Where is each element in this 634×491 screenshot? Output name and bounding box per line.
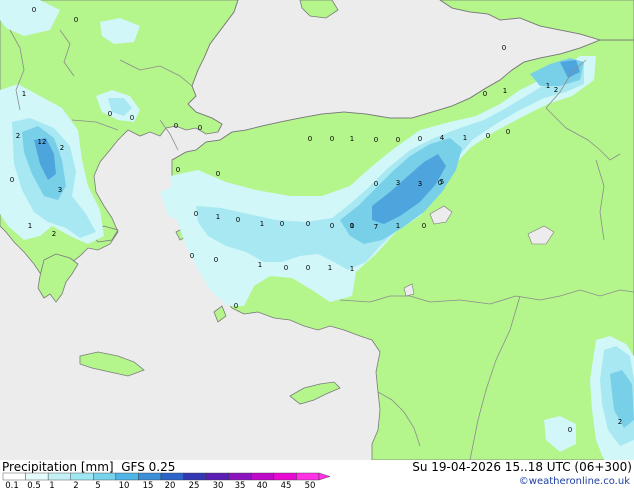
- precip-value-label: 1: [396, 222, 400, 230]
- precip-value-label: 0: [568, 426, 572, 434]
- legend-swatch: [251, 472, 275, 481]
- precip-value-label: 0: [308, 135, 312, 143]
- precip-value-label: 12: [38, 138, 47, 146]
- legend-swatch: [47, 472, 71, 481]
- precip-value-label: 0: [396, 136, 400, 144]
- precip-value-label: 1: [350, 135, 354, 143]
- legend-swatch: [183, 472, 207, 481]
- credit-link[interactable]: ©weatheronline.co.uk: [519, 476, 630, 487]
- precip-value-label: 0: [176, 166, 180, 174]
- precip-value-label: 1: [503, 87, 507, 95]
- legend-swatch: [296, 472, 320, 481]
- precip-value-label: 0: [214, 256, 218, 264]
- map-footer: Precipitation [mm] GFS 0.25 Su 19-04-202…: [0, 460, 634, 491]
- legend-swatch: [273, 472, 297, 481]
- legend-swatch: [138, 472, 162, 481]
- precip-value-label: 1: [28, 222, 32, 230]
- precip-value-label: 0: [483, 90, 487, 98]
- precip-value-label: 0: [486, 132, 490, 140]
- precip-value-label: 0: [130, 114, 134, 122]
- legend-swatch: [115, 472, 139, 481]
- precip-value-label: 0: [284, 264, 288, 272]
- precip-value-label: 0: [306, 220, 310, 228]
- precip-value-label: 2: [60, 144, 64, 152]
- map-canvas: 0000 21012122031120000 00 0 1 0 0 034 1 0 00 03 5001…: [0, 0, 634, 461]
- precip-value-label: 1: [216, 213, 220, 221]
- legend-swatch: [70, 472, 94, 481]
- precip-value-label: 0: [374, 180, 378, 188]
- legend-swatch: [228, 472, 252, 481]
- precip-value-label: 0: [306, 264, 310, 272]
- precip-value-label: 1: [328, 264, 332, 272]
- precip-value-label: 2: [554, 86, 558, 94]
- precip-value-label: 0: [506, 128, 510, 136]
- precip-value-label: 4: [440, 134, 445, 142]
- legend-swatch: [2, 472, 26, 481]
- precip-value-label: 3: [396, 179, 400, 187]
- precip-value-label: 2: [618, 418, 622, 426]
- valid-time: Su 19-04-2026 15..18 UTC (06+300): [412, 460, 632, 474]
- precip-value-label: 0: [108, 110, 112, 118]
- precip-value-label: 0: [194, 210, 198, 218]
- precip-value-label: 2: [16, 132, 20, 140]
- precip-value-label: 0: [198, 124, 202, 132]
- precip-value-label: 0: [374, 136, 378, 144]
- legend-swatch: [160, 472, 184, 481]
- precip-value-label: 5: [440, 178, 444, 186]
- precip-value-label: 1: [22, 90, 26, 98]
- precip-value-label: 0: [236, 216, 240, 224]
- precip-value-label: 0: [10, 176, 14, 184]
- precip-value-label: 0: [190, 252, 194, 260]
- precip-value-label: 0: [234, 302, 238, 310]
- precip-value-label: 1: [260, 220, 264, 228]
- precip-value-label: 1: [258, 261, 262, 269]
- precip-value-label: 3: [58, 186, 62, 194]
- precipitation-map: 0 0 0 0 2 1 0 1 2 12 2 0 3 1 1 2 0 0 0 0 0 0 0 1 0 0 0 3 4 1 0 0 0 0 3 5 0 0 1…: [0, 0, 634, 461]
- precip-value-label: 1: [463, 134, 467, 142]
- precip-value-label: 1: [546, 82, 550, 90]
- precip-value-label: 0: [216, 170, 220, 178]
- precip-value-label: 0: [174, 122, 178, 130]
- precip-value-label: 0: [74, 16, 78, 24]
- precip-value-label: 0: [330, 222, 334, 230]
- precip-value-label: 0: [330, 135, 334, 143]
- precip-value-label: 7: [374, 223, 378, 231]
- precip-value-label: 2: [52, 230, 56, 238]
- legend-swatch: [205, 472, 229, 481]
- precip-value-label: 1: [350, 265, 354, 273]
- precip-value-label: 0: [422, 222, 426, 230]
- precip-value-label: 0: [418, 135, 422, 143]
- precip-value-label: 0: [502, 44, 506, 52]
- precip-value-label: 3: [418, 180, 422, 188]
- legend-overflow-arrow: [318, 472, 331, 481]
- precip-value-label: 1: [350, 222, 354, 230]
- precip-value-label: 0: [32, 6, 36, 14]
- precip-value-label: 0: [280, 220, 284, 228]
- legend-swatch: [93, 472, 117, 481]
- legend-swatch: [25, 472, 49, 481]
